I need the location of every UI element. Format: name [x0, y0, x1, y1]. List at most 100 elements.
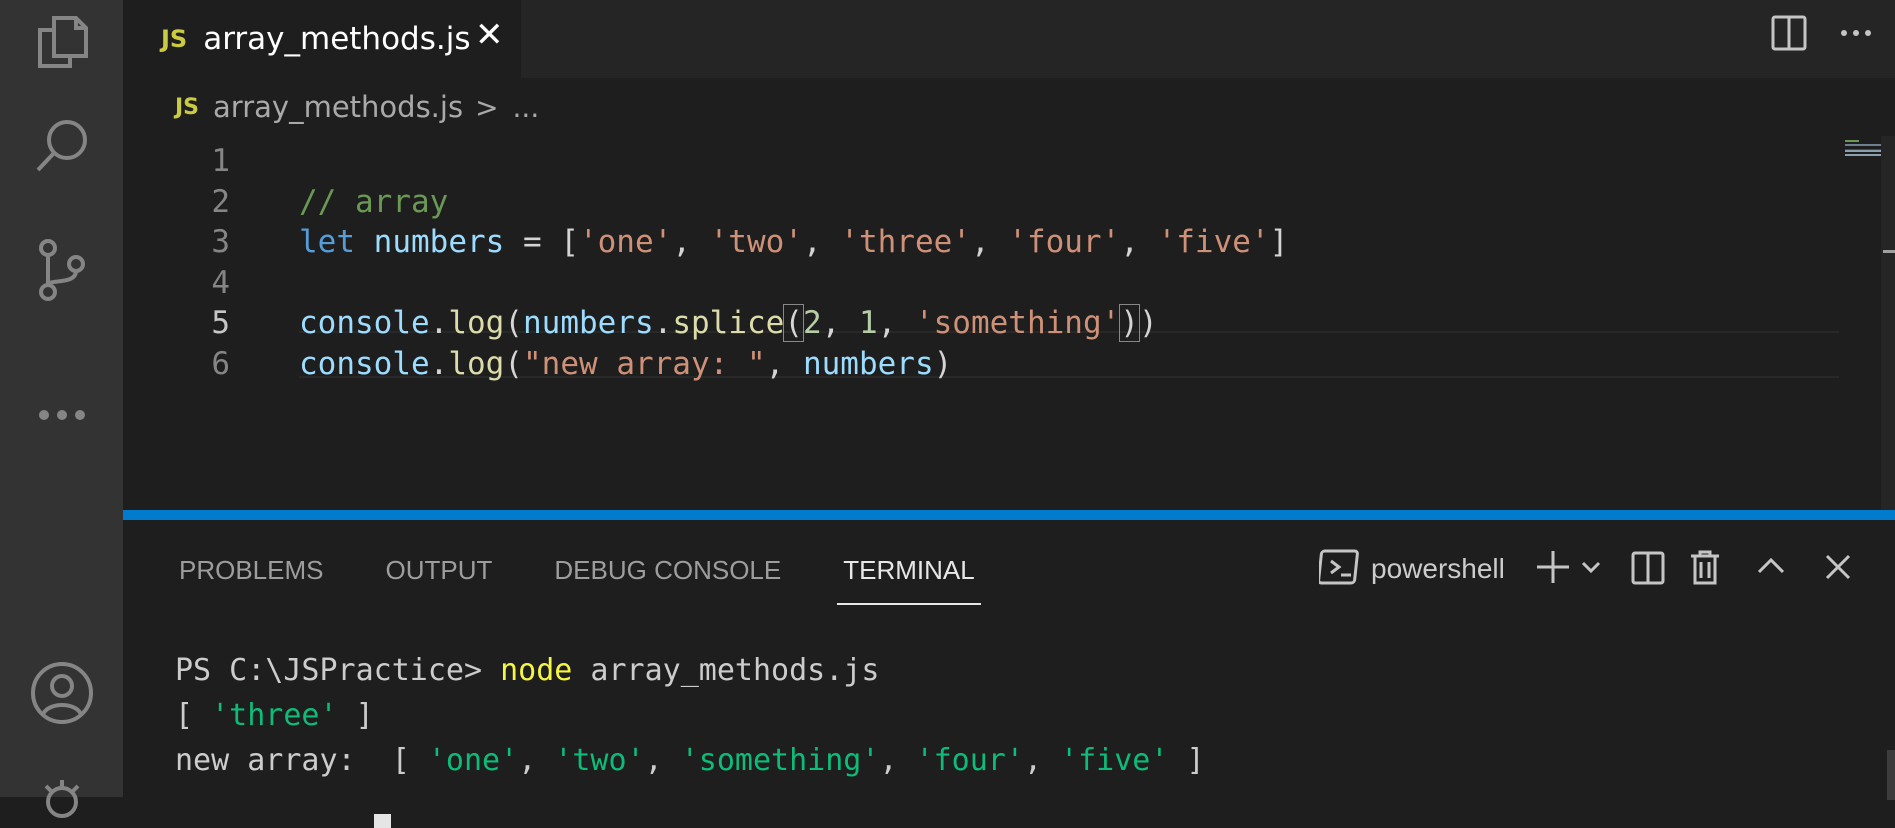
code-token: ) [1119, 304, 1140, 342]
terminal-token: , [1023, 743, 1061, 778]
terminal-token: 'something' [680, 743, 880, 778]
editor-tab-bar: JS array_methods.js ✕ [123, 0, 1895, 78]
maximize-panel-icon[interactable] [1753, 547, 1789, 591]
editor-scrollbar[interactable] [1881, 136, 1895, 510]
code-token: numbers [373, 224, 505, 260]
files-icon[interactable] [0, 14, 123, 70]
close-panel-icon[interactable] [1821, 547, 1855, 591]
code-token: = [ [504, 224, 579, 260]
code-token: ] [1269, 224, 1289, 260]
terminal-cursor [373, 814, 391, 828]
terminal-token: [ [175, 698, 212, 733]
split-editor-icon[interactable] [1769, 13, 1809, 57]
terminal-token: PS C:\JSPractice> [175, 653, 501, 688]
more-actions-icon[interactable] [1836, 13, 1876, 57]
code-token: , [970, 224, 1009, 260]
code-token: "new array: " [523, 345, 766, 382]
code-text: console.log("new array: ", numbers) [299, 340, 952, 389]
terminal-output[interactable]: PS C:\JSPractice> node array_methods.js[… [175, 648, 1205, 828]
code-line[interactable]: 6 console.log("new array: ", numbers) [123, 340, 1723, 389]
code-token: . [429, 305, 449, 341]
code-token: ) [1138, 305, 1158, 341]
code-token: log [448, 345, 505, 382]
code-token: . [653, 305, 673, 341]
search-icon[interactable] [0, 116, 123, 176]
terminal-line: PS C:\JSPractice> node array_methods.js [175, 648, 1205, 693]
js-file-icon: JS [175, 94, 200, 120]
code-token: , [821, 305, 859, 341]
code-token: splice [672, 305, 785, 341]
panel-sash[interactable] [123, 510, 1895, 520]
code-token: 'something' [914, 305, 1121, 341]
split-terminal-icon[interactable] [1629, 547, 1667, 591]
shell-label[interactable]: powershell [1371, 553, 1505, 585]
terminal-line: new array: [ 'one', 'two', 'something', … [175, 738, 1205, 783]
code-token: 'two' [709, 224, 803, 260]
code-token: 'four' [1008, 224, 1121, 260]
terminal-token: array_methods.js [572, 653, 880, 688]
breadcrumb: JS array_methods.js > ... [123, 78, 1895, 136]
terminal-scrollbar[interactable] [1887, 750, 1895, 800]
code-token: ( [783, 304, 804, 342]
code-token: console [299, 305, 430, 341]
code-token: , [765, 345, 803, 382]
code-token: 'five' [1157, 224, 1270, 260]
tab-title: array_methods.js [203, 21, 471, 57]
terminal-token: 'two' [554, 743, 645, 778]
terminal-token: 'three' [211, 698, 338, 733]
tab-terminal[interactable]: TERMINAL [837, 547, 982, 605]
trash-icon[interactable] [1687, 547, 1723, 591]
terminal-token: ] [1168, 743, 1205, 778]
bottom-panel: PROBLEMS OUTPUT DEBUG CONSOLE TERMINAL p… [123, 520, 1895, 828]
code-token: , [802, 224, 841, 260]
code-token: ) [933, 345, 953, 382]
terminal-token: new array: [ [175, 743, 428, 778]
tab-debug-console[interactable]: DEBUG CONSOLE [554, 547, 781, 605]
terminal-token: 'one' [427, 743, 519, 778]
code-token: , [672, 224, 710, 260]
code-token: . [429, 345, 449, 382]
source-control-icon[interactable] [0, 238, 123, 302]
close-icon[interactable]: ✕ [475, 18, 504, 52]
terminal-token: ] [337, 698, 374, 733]
tab-array-methods[interactable]: JS array_methods.js ✕ [123, 0, 521, 78]
terminal-line: [ 'three' ] [175, 693, 1205, 738]
breadcrumb-file[interactable]: array_methods.js [213, 90, 463, 124]
js-file-icon: JS [161, 25, 188, 53]
terminal-token: , [518, 743, 555, 778]
tab-problems[interactable]: PROBLEMS [179, 547, 324, 605]
code-token: numbers [802, 345, 934, 382]
code-token: ( [504, 345, 523, 382]
code-token: console [299, 345, 430, 382]
code-token: let [299, 224, 355, 260]
code-token: 1 [858, 305, 878, 341]
code-token: 'one' [578, 224, 673, 260]
terminal-token: , [644, 743, 681, 778]
code-token: , [1120, 224, 1158, 260]
code-token: 2 [802, 305, 822, 341]
account-icon[interactable] [0, 660, 123, 726]
breadcrumb-more[interactable]: ... [513, 91, 540, 124]
code-token: , [877, 305, 915, 341]
chevron-right-icon: > [475, 90, 499, 124]
new-terminal-icon[interactable] [1533, 547, 1573, 591]
activity-bar [0, 0, 123, 818]
code-token: log [448, 305, 505, 341]
terminal-token: 'five' [1060, 743, 1169, 778]
code-token: ( [504, 305, 523, 341]
terminal-token: , [879, 743, 916, 778]
terminal-cursor-line: PS C:\JSPra [175, 783, 1205, 828]
tab-output[interactable]: OUTPUT [386, 547, 493, 605]
code-token: 'three' [840, 224, 971, 260]
settings-icon[interactable] [0, 778, 123, 818]
code-editor[interactable]: 1 2// array 3 let numbers = ['one', 'two', … [123, 136, 1895, 510]
terminal-token: node [500, 653, 573, 688]
line-number: 6 [211, 345, 230, 382]
code-token: numbers [523, 305, 654, 341]
terminal-token: 'four' [915, 743, 1024, 778]
chevron-down-icon[interactable] [1579, 547, 1603, 591]
code-token: // array [299, 183, 449, 220]
more-icon[interactable] [0, 408, 123, 422]
terminal-icon [1317, 548, 1361, 590]
